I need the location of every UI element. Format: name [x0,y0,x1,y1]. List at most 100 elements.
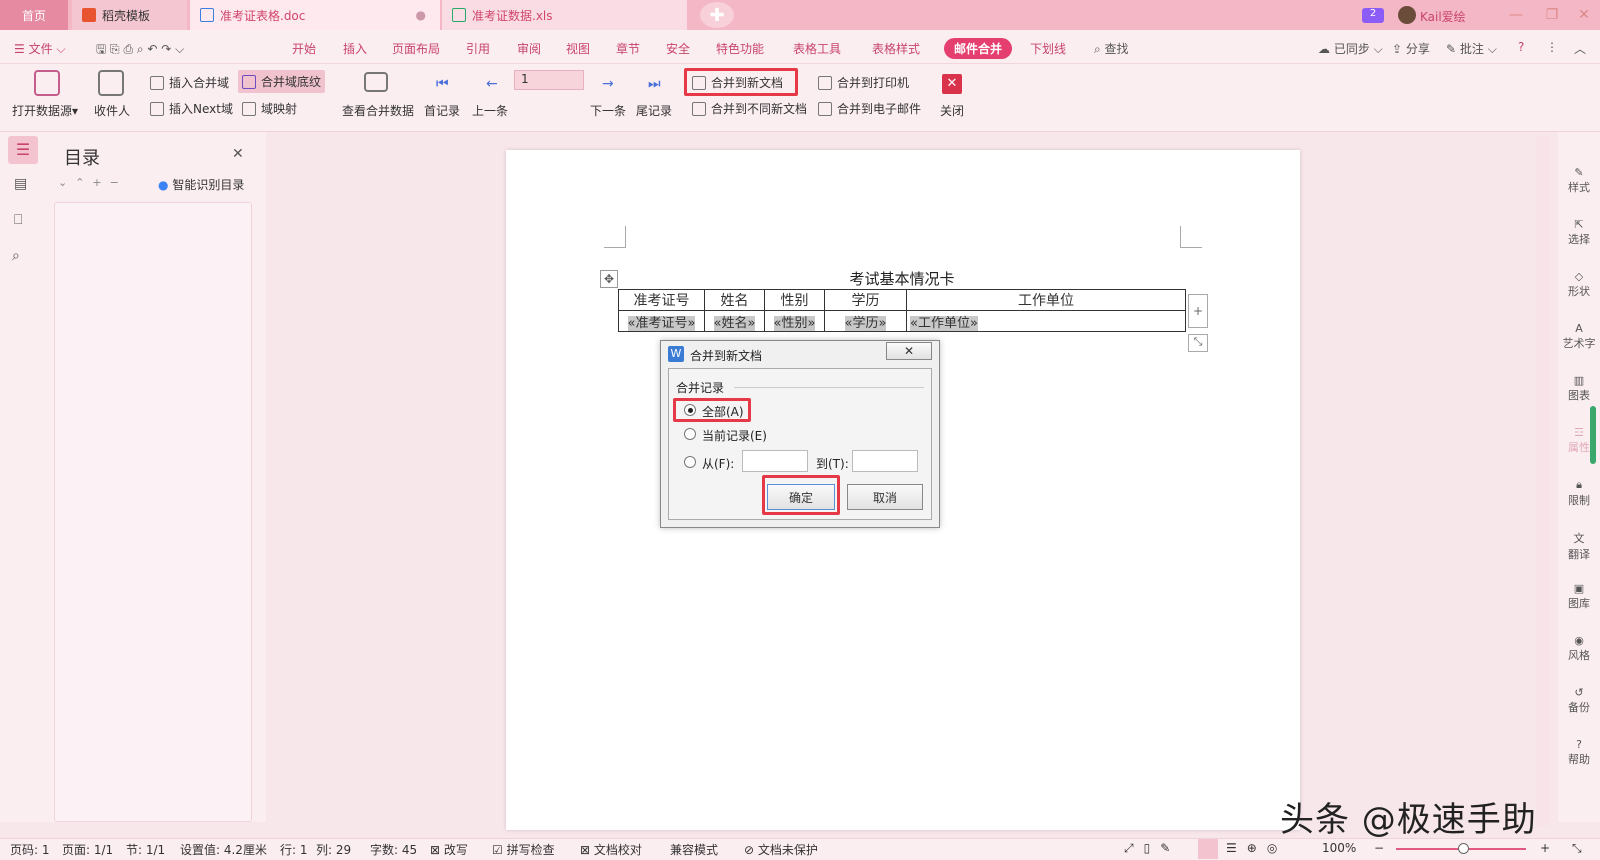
protect-status[interactable]: ⊘ 文档未保护 [744,841,818,858]
prev-record-button[interactable]: 上一条 [472,102,508,119]
table-header-cell[interactable]: 学历 [824,289,907,311]
zoom-level[interactable]: 100% [1322,841,1356,855]
style-tool[interactable]: ✎ 样式 [1560,166,1598,195]
zoom-out-icon[interactable]: − [1374,841,1384,855]
merge-field-cell[interactable]: «工作单位» [906,310,1186,332]
tab-docer-templates[interactable]: 稻壳模板 [72,0,187,30]
zoom-slider-thumb[interactable] [1458,843,1469,854]
vertical-scrollbar[interactable] [1536,136,1550,826]
toc-nav-icon[interactable]: ☰ [8,136,38,164]
field-shading-button[interactable]: 合并域底纹 [238,70,326,93]
table-header-cell[interactable]: 姓名 [704,289,765,311]
bookmark-nav-icon[interactable]: ⎕ [14,212,22,228]
insert-field-button[interactable]: 插入合并域 [150,74,229,91]
radio-range[interactable] [684,456,696,471]
menu-table-style[interactable]: 表格样式 [872,40,920,57]
menu-reference[interactable]: 引用 [466,40,490,57]
smart-toc-button[interactable]: ● 智能识别目录 [158,176,244,193]
menu-page-layout[interactable]: 页面布局 [392,40,440,57]
merge-diff-docs-button[interactable]: 合并到不同新文档 [692,100,807,117]
close-merge-button[interactable]: 关闭 [940,102,964,119]
view-mode-icons[interactable]: ⤢▯✎ [1124,841,1180,856]
doc-proof-button[interactable]: ⊠ 文档校对 [580,841,642,858]
shape-tool[interactable]: ◇ 形状 [1560,270,1598,299]
restrict-tool[interactable]: 🔒︎ 限制 [1560,478,1598,508]
merge-field-cell[interactable]: «学历» [824,310,907,332]
page-view-icon[interactable] [1198,839,1218,859]
minimize-icon[interactable]: — [1504,4,1528,26]
table-resize-icon[interactable]: ⤡ [1188,334,1208,352]
find-nav-icon[interactable]: ⌕ [12,248,20,264]
merge-field-cell[interactable]: «性别» [764,310,825,332]
merge-new-doc-button[interactable]: 合并到新文档 [692,74,783,91]
dialog-close-icon[interactable]: ✕ [886,342,932,360]
theme-tool[interactable]: ◉ 风格 [1560,634,1598,663]
insert-next-button[interactable]: 插入Next域 [150,100,233,117]
restore-icon[interactable]: ❐ [1540,4,1564,26]
recipients-button[interactable]: 收件人 [94,102,130,119]
translate-tool[interactable]: 文翻译 [1560,530,1598,562]
merge-field-cell[interactable]: «姓名» [704,310,765,332]
spell-check-toggle[interactable]: ☑ 拼写检查 [492,841,555,858]
backup-tool[interactable]: ↺ 备份 [1560,686,1598,715]
last-record-button[interactable]: 尾记录 [636,102,672,119]
add-column-icon[interactable]: + [1188,294,1208,328]
menu-insert[interactable]: 插入 [343,40,367,57]
share-button[interactable]: ⇪ 分享 [1392,40,1430,57]
select-tool[interactable]: ⇱ 选择 [1560,218,1598,247]
menu-chapter[interactable]: 章节 [616,40,640,57]
menu-security[interactable]: 安全 [666,40,690,57]
merge-printer-button[interactable]: 合并到打印机 [818,74,909,91]
help-tool[interactable]: ? 帮助 [1560,738,1598,767]
comment-button[interactable]: ✎ 批注 ⌵ [1446,40,1497,57]
menu-mail-merge[interactable]: 邮件合并 [944,38,1013,59]
new-tab-button[interactable]: ✚ [700,2,734,28]
pages-nav-icon[interactable]: ▤ [14,176,27,192]
radio-all[interactable] [684,404,696,419]
quick-access-icons[interactable]: 🖫 ⎘ ⎙ ⌕ ↶ ↷ ⌵ [96,40,184,61]
avatar[interactable] [1398,6,1416,24]
range-from-input[interactable] [742,450,808,472]
field-map-button[interactable]: 域映射 [242,100,297,117]
file-menu[interactable]: ☰ 文件 ⌵ [14,40,66,57]
table-move-icon[interactable]: ✥ [600,270,618,288]
menu-table-tools[interactable]: 表格工具 [793,40,841,57]
first-record-button[interactable]: 首记录 [424,102,460,119]
collapse-ribbon-icon[interactable]: ︿ [1574,40,1586,57]
chart-tool[interactable]: ▥ 图表 [1560,374,1598,403]
menu-features[interactable]: 特色功能 [716,40,764,57]
gallery-tool[interactable]: ▣ 图库 [1560,582,1598,611]
menu-underline[interactable]: 下划线 [1030,40,1066,57]
table-header-cell[interactable]: 性别 [764,289,825,311]
web-view-icons[interactable]: ☰⊕◎ [1226,841,1287,855]
fullscreen-icon[interactable]: ⤡ [1572,841,1582,856]
menu-review[interactable]: 审阅 [517,40,541,57]
close-toc-icon[interactable]: ✕ [232,146,244,162]
radio-current[interactable] [684,428,696,443]
cancel-button[interactable]: 取消 [847,484,923,510]
toc-tools-icons[interactable]: ⌄⌃+− [58,176,127,189]
revise-toggle[interactable]: ⊠ 改写 [430,841,468,858]
more-icon[interactable]: ⋮ [1546,40,1558,54]
merge-email-button[interactable]: 合并到电子邮件 [818,100,921,117]
property-tool[interactable]: ☲ 属性 [1560,426,1598,455]
notification-badge[interactable]: 2 [1362,8,1384,23]
user-name[interactable]: Kail爱绘 [1420,8,1466,25]
range-to-input[interactable] [852,450,918,472]
wordart-tool[interactable]: A 艺术字 [1560,322,1598,351]
table-header-cell[interactable]: 准考证号 [618,289,705,311]
sync-status[interactable]: ☁ 已同步 ⌵ [1318,40,1383,57]
open-datasource-button[interactable]: 打开数据源 ▾ [12,102,78,119]
find-button[interactable]: ⌕ 查找 [1094,40,1129,57]
tab-home[interactable]: 首页 [0,0,68,30]
radio-all-label[interactable]: 全部(A) [702,403,744,420]
record-number-input[interactable]: 1 [514,70,584,90]
view-merged-button[interactable]: 查看合并数据 [342,102,414,119]
close-window-icon[interactable]: ✕ [1572,4,1596,26]
menu-view[interactable]: 视图 [566,40,590,57]
help-icon[interactable]: ? [1518,40,1524,54]
zoom-in-icon[interactable]: + [1540,841,1550,855]
next-record-button[interactable]: 下一条 [590,102,626,119]
radio-current-label[interactable]: 当前记录(E) [702,427,767,444]
tab-doc-file[interactable]: 准考证表格.doc ● [190,0,440,30]
